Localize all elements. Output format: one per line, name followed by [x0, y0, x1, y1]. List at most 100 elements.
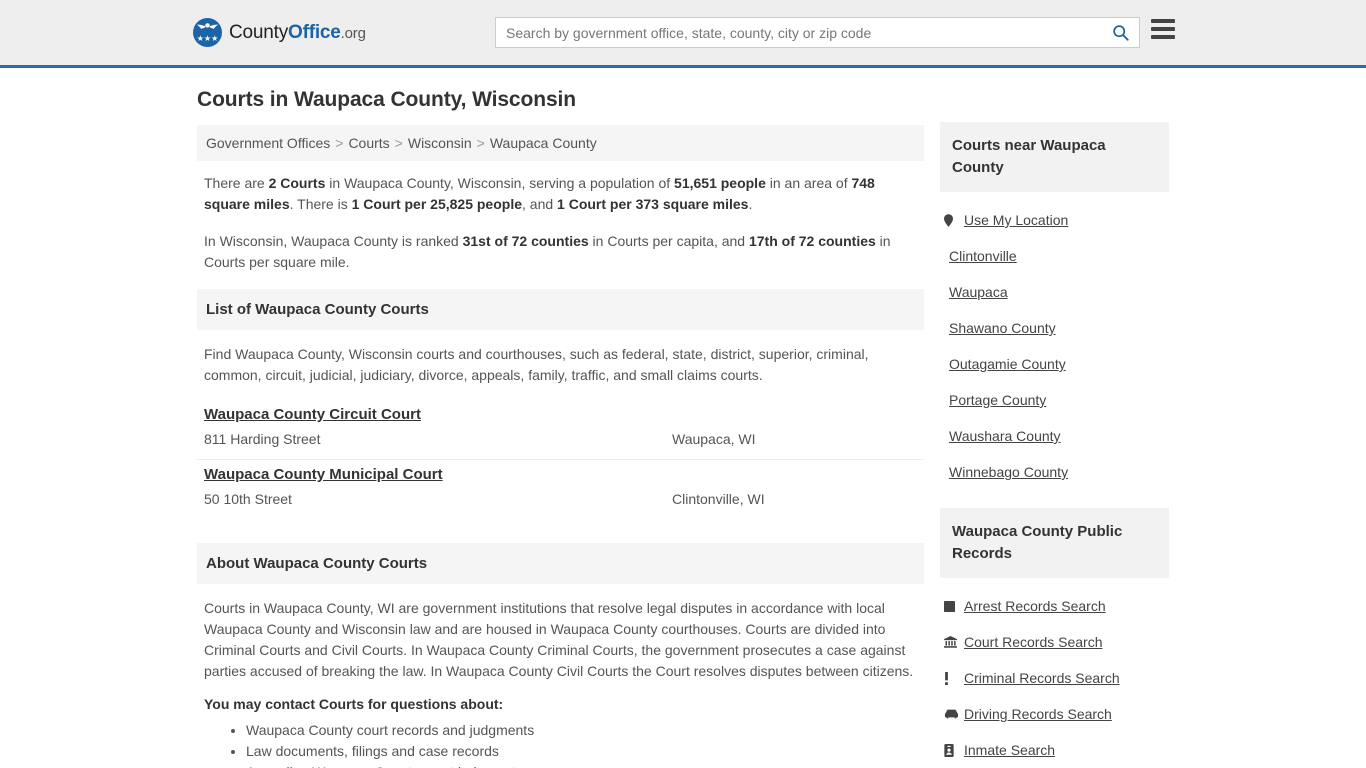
sidebar-item-shawano-county[interactable]: Shawano County — [944, 310, 1165, 346]
main-content: Courts in Waupaca County, Wisconsin Gove… — [197, 88, 924, 768]
contact-questions-list: Waupaca County court records and judgmen… — [204, 720, 917, 768]
breadcrumb-separator: > — [394, 135, 403, 151]
sidebar-item-label: Winnebago County — [949, 464, 1069, 480]
sidebar-item-label: Outagamie County — [949, 356, 1066, 372]
search-button[interactable] — [1101, 18, 1139, 47]
map-pin-icon — [944, 213, 964, 227]
sidebar-item-label: Driving Records Search — [964, 706, 1112, 722]
intro-paragraph-2: In Wisconsin, Waupaca County is ranked 3… — [204, 231, 917, 273]
logo-text-office: Office — [288, 21, 341, 43]
hamburger-bar — [1151, 19, 1175, 23]
eagle-seal-icon: ★★★ — [193, 18, 222, 47]
sidebar-item-label: Shawano County — [949, 320, 1056, 336]
breadcrumb-separator: > — [476, 135, 485, 151]
logo-text-org: .org — [340, 24, 366, 42]
sidebar-heading-nearby: Courts near Waupaca County — [940, 122, 1169, 192]
hamburger-bar — [1151, 35, 1175, 39]
sidebar-item-label: Arrest Records Search — [964, 598, 1106, 614]
car-icon — [944, 709, 964, 719]
sidebar-item-clintonville[interactable]: Clintonville — [944, 238, 1165, 274]
list-item: Waupaca County Municipal Court 50 10th S… — [197, 460, 924, 519]
sidebar-item-label: Clintonville — [949, 248, 1017, 264]
breadcrumb: Government Offices > Courts > Wisconsin > Waup… — [197, 125, 924, 161]
court-list: Waupaca County Circuit Court 811 Harding… — [197, 400, 924, 519]
court-detail-row: 50 10th Street Clintonville, WI — [204, 491, 917, 507]
logo-text-county: County — [229, 21, 289, 43]
list-item: Law documents, filings and case records — [246, 741, 917, 761]
court-city-state: Clintonville, WI — [672, 491, 765, 507]
court-name-link[interactable]: Waupaca County Circuit Court — [204, 406, 421, 423]
site-header: ★★★ CountyOffice.org — [0, 0, 1366, 68]
intro-paragraph-1: There are 2 Courts in Waupaca County, Wi… — [204, 173, 917, 215]
stat-per-area: 1 Court per 373 square miles — [557, 196, 749, 212]
text-fragment: In Wisconsin, Waupaca County is ranked — [204, 233, 463, 249]
sidebar-item-outagamie-county[interactable]: Outagamie County — [944, 346, 1165, 382]
sidebar-item-driving-records-search[interactable]: Driving Records Search — [944, 696, 1165, 732]
stat-population: 51,651 people — [674, 175, 766, 191]
page-title: Courts in Waupaca County, Wisconsin — [197, 88, 577, 111]
court-address: 811 Harding Street — [204, 431, 321, 447]
sidebar-item-label: Waupaca — [949, 284, 1008, 300]
court-city-state: Waupaca, WI — [672, 431, 756, 447]
sidebar-item-arrest-records-search[interactable]: Arrest Records Search — [944, 588, 1165, 624]
list-item: Waupaca County court records and judgmen… — [246, 720, 917, 740]
text-fragment: , and — [522, 196, 558, 212]
stars-glyph: ★★★ — [196, 34, 219, 43]
text-fragment: in Courts per capita, and — [588, 233, 749, 249]
hamburger-menu-icon[interactable] — [1151, 19, 1175, 39]
court-address: 50 10th Street — [204, 491, 292, 507]
intro-stats: There are 2 Courts in Waupaca County, Wi… — [197, 161, 924, 273]
stat-per-capita: 1 Court per 25,825 people — [351, 196, 523, 212]
section-heading-list: List of Waupaca County Courts — [197, 289, 924, 330]
id-badge-icon — [944, 743, 964, 757]
breadcrumb-separator: > — [335, 135, 344, 151]
sidebar-item-label: Use My Location — [964, 212, 1069, 228]
exclamation-icon — [944, 671, 964, 685]
court-detail-row: 811 Harding Street Waupaca, WI — [204, 431, 917, 447]
about-text: Courts in Waupaca County, WI are governm… — [204, 600, 914, 679]
text-fragment: in an area of — [765, 175, 852, 191]
sidebar-item-label: Waushara County — [949, 428, 1061, 444]
text-fragment: in Waupaca County, Wisconsin, serving a … — [325, 175, 675, 191]
stat-rank-per-area: 17th of 72 counties — [748, 233, 876, 249]
search-input[interactable] — [496, 18, 1101, 47]
hamburger-bar — [1151, 27, 1175, 31]
sidebar-item-use-my-location[interactable]: Use My Location — [944, 202, 1165, 238]
court-name-link[interactable]: Waupaca County Municipal Court — [204, 466, 443, 483]
text-fragment: There are — [204, 175, 269, 191]
list-section-body: Find Waupaca County, Wisconsin courts an… — [197, 330, 924, 386]
sidebar-records-links: Arrest Records Search Court Records Sear… — [940, 578, 1169, 768]
search-icon — [1112, 25, 1129, 41]
fingerprint-icon — [944, 600, 964, 612]
search-bar — [495, 17, 1140, 48]
sidebar-item-label: Inmate Search — [964, 742, 1056, 758]
sidebar-item-waupaca[interactable]: Waupaca — [944, 274, 1165, 310]
site-logo[interactable]: ★★★ CountyOffice.org — [193, 18, 366, 47]
stat-rank-per-capita: 31st of 72 counties — [462, 233, 589, 249]
sidebar-item-label: Court Records Search — [964, 634, 1103, 650]
section-heading-about: About Waupaca County Courts — [197, 543, 924, 584]
sidebar-item-criminal-records-search[interactable]: Criminal Records Search — [944, 660, 1165, 696]
breadcrumb-item-courts[interactable]: Courts — [348, 135, 389, 151]
courthouse-icon — [944, 636, 964, 648]
list-description: Find Waupaca County, Wisconsin courts an… — [204, 346, 869, 383]
sidebar-item-court-records-search[interactable]: Court Records Search — [944, 624, 1165, 660]
text-fragment: . — [748, 196, 753, 212]
contact-questions-title: You may contact Courts for questions abo… — [204, 696, 504, 712]
sidebar-heading-public-records: Waupaca County Public Records — [940, 508, 1169, 578]
sidebar-item-waushara-county[interactable]: Waushara County — [944, 418, 1165, 454]
breadcrumb-item-waupaca-county: Waupaca County — [489, 135, 597, 151]
sidebar-item-label: Portage County — [949, 392, 1047, 408]
list-item: Waupaca County Circuit Court 811 Harding… — [197, 400, 924, 460]
sidebar: Courts near Waupaca County Use My Locati… — [940, 122, 1169, 768]
logo-text: CountyOffice.org — [229, 22, 366, 44]
stat-court-count: 2 Courts — [268, 175, 326, 191]
breadcrumb-item-wisconsin[interactable]: Wisconsin — [408, 135, 472, 151]
sidebar-item-label: Criminal Records Search — [964, 670, 1120, 686]
sidebar-item-portage-county[interactable]: Portage County — [944, 382, 1165, 418]
sidebar-item-inmate-search[interactable]: Inmate Search — [944, 732, 1165, 768]
about-section-body: Courts in Waupaca County, WI are governm… — [197, 584, 924, 768]
breadcrumb-item-government-offices[interactable]: Government Offices — [206, 135, 330, 151]
list-item: Appealing Waupaca County court judgments — [246, 762, 917, 768]
sidebar-item-winnebago-county[interactable]: Winnebago County — [944, 454, 1165, 490]
